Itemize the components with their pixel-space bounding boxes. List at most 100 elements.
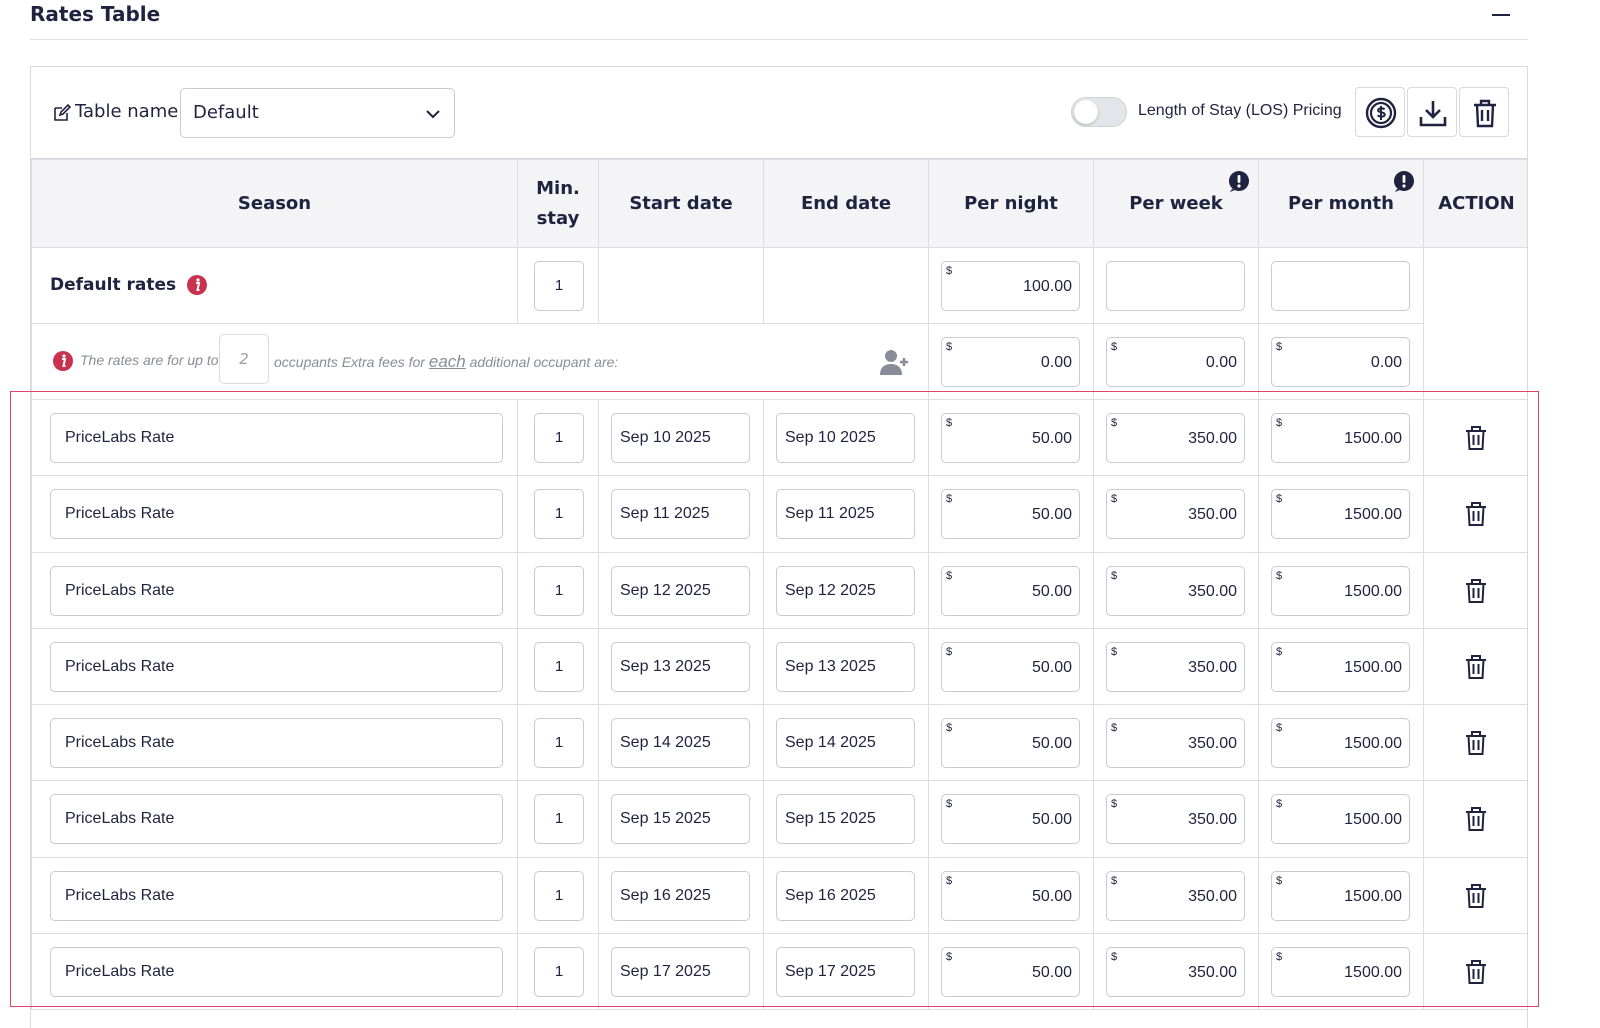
- trash-icon[interactable]: [1464, 425, 1488, 451]
- start-date-input[interactable]: Sep 16 2025: [611, 870, 750, 921]
- start-date-input[interactable]: Sep 15 2025: [611, 794, 750, 845]
- start-date-input[interactable]: Sep 14 2025: [611, 718, 750, 769]
- info-icon[interactable]: [186, 274, 208, 296]
- per-month-input[interactable]: $1500.00: [1271, 641, 1410, 692]
- extra-per-month-input[interactable]: $0.00: [1271, 337, 1410, 387]
- per-night-input[interactable]: $50.00: [941, 413, 1080, 463]
- per-week-cell: $350.00: [1093, 627, 1259, 706]
- min-stay-input[interactable]: 1: [534, 718, 584, 769]
- los-pricing-toggle[interactable]: [1071, 97, 1127, 127]
- season-name-input[interactable]: PriceLabs Rate: [50, 794, 503, 845]
- delete-table-button[interactable]: [1459, 87, 1509, 137]
- extra-per-week-input[interactable]: $0.00: [1106, 337, 1245, 387]
- collapse-button[interactable]: [1492, 14, 1510, 16]
- per-night-input[interactable]: $50.00: [941, 870, 1080, 921]
- occupants-count-input[interactable]: 2: [219, 334, 269, 384]
- per-month-cell: $1500.00: [1258, 933, 1424, 1011]
- start-date-input[interactable]: Sep 17 2025: [611, 947, 750, 998]
- per-month-input[interactable]: $1500.00: [1271, 413, 1410, 463]
- start-date-input[interactable]: Sep 10 2025: [611, 413, 750, 463]
- table-name-select[interactable]: Default: [180, 88, 455, 138]
- extra-per-night-input[interactable]: $0.00: [941, 337, 1080, 387]
- season-name-input[interactable]: PriceLabs Rate: [50, 413, 503, 463]
- column-header-end-date: End date: [763, 159, 929, 248]
- end-date-input[interactable]: Sep 15 2025: [776, 794, 915, 845]
- start-date-input[interactable]: Sep 13 2025: [611, 641, 750, 692]
- per-month-input[interactable]: $1500.00: [1271, 947, 1410, 998]
- season-cell: PriceLabs Rate: [31, 933, 518, 1011]
- add-user-icon[interactable]: [880, 348, 910, 376]
- per-night-input[interactable]: $50.00: [941, 794, 1080, 845]
- default-rates-cell: Default rates: [31, 247, 518, 324]
- end-date-input[interactable]: Sep 16 2025: [776, 870, 915, 921]
- start-date-input[interactable]: Sep 12 2025: [611, 565, 750, 616]
- per-week-input[interactable]: [1106, 261, 1245, 311]
- min-stay-input[interactable]: 1: [534, 489, 584, 540]
- toggle-knob: [1074, 100, 1098, 124]
- per-week-input[interactable]: $350.00: [1106, 413, 1245, 463]
- default-action-cell: [1423, 247, 1527, 324]
- end-date-input[interactable]: Sep 12 2025: [776, 565, 915, 616]
- trash-icon[interactable]: [1464, 883, 1488, 909]
- per-night-input[interactable]: $100.00: [941, 261, 1080, 311]
- season-cell: PriceLabs Rate: [31, 475, 518, 553]
- per-month-input[interactable]: $1500.00: [1271, 870, 1410, 921]
- trash-icon[interactable]: [1464, 730, 1488, 756]
- download-button[interactable]: [1407, 87, 1457, 137]
- per-night-input[interactable]: $50.00: [941, 489, 1080, 540]
- season-name-input[interactable]: PriceLabs Rate: [50, 947, 503, 998]
- per-month-input[interactable]: [1271, 261, 1410, 311]
- min-stay-input[interactable]: 1: [534, 794, 584, 845]
- per-night-input[interactable]: $50.00: [941, 718, 1080, 769]
- min-stay-input[interactable]: 1: [534, 413, 584, 463]
- per-week-input[interactable]: $350.00: [1106, 947, 1245, 998]
- per-week-input[interactable]: $350.00: [1106, 641, 1245, 692]
- end-date-input[interactable]: Sep 17 2025: [776, 947, 915, 998]
- trash-icon[interactable]: [1464, 654, 1488, 680]
- season-name-input[interactable]: PriceLabs Rate: [50, 718, 503, 769]
- per-week-input[interactable]: $350.00: [1106, 870, 1245, 921]
- season-row: PriceLabs Rate 1 Sep 16 2025 Sep 16 2025…: [31, 856, 1527, 935]
- warning-icon[interactable]: [1228, 170, 1250, 192]
- min-stay-input[interactable]: 1: [534, 261, 584, 311]
- column-header-per-week: Per week: [1093, 159, 1259, 248]
- trash-icon[interactable]: [1464, 806, 1488, 832]
- per-night-input[interactable]: $50.00: [941, 947, 1080, 998]
- min-stay-input[interactable]: 1: [534, 565, 584, 616]
- min-stay-input[interactable]: 1: [534, 641, 584, 692]
- per-month-input[interactable]: $1500.00: [1271, 489, 1410, 540]
- table-toolbar: Table name: Default Length of Stay (LOS)…: [31, 67, 1527, 159]
- per-month-input[interactable]: $1500.00: [1271, 565, 1410, 616]
- default-rates-label: Default rates: [50, 275, 177, 295]
- column-header-per-night: Per night: [928, 159, 1094, 248]
- season-name-input[interactable]: PriceLabs Rate: [50, 565, 503, 616]
- per-night-input[interactable]: $50.00: [941, 641, 1080, 692]
- per-week-input[interactable]: $350.00: [1106, 718, 1245, 769]
- per-night-input[interactable]: $50.00: [941, 565, 1080, 616]
- min-stay-cell: 1: [517, 475, 599, 553]
- per-month-cell: $1500.00: [1258, 627, 1424, 706]
- per-week-input[interactable]: $350.00: [1106, 489, 1245, 540]
- trash-icon[interactable]: [1464, 501, 1488, 527]
- end-date-input[interactable]: Sep 13 2025: [776, 641, 915, 692]
- per-week-input[interactable]: $350.00: [1106, 794, 1245, 845]
- warning-icon[interactable]: [1393, 170, 1415, 192]
- trash-icon: [1474, 99, 1496, 128]
- info-icon[interactable]: [52, 350, 74, 372]
- season-name-input[interactable]: PriceLabs Rate: [50, 870, 503, 921]
- per-month-input[interactable]: $1500.00: [1271, 718, 1410, 769]
- currency-button[interactable]: [1355, 87, 1405, 137]
- trash-icon[interactable]: [1464, 959, 1488, 985]
- season-name-input[interactable]: PriceLabs Rate: [50, 489, 503, 540]
- end-date-input[interactable]: Sep 11 2025: [776, 489, 915, 540]
- per-month-input[interactable]: $1500.00: [1271, 794, 1410, 845]
- start-date-input[interactable]: Sep 11 2025: [611, 489, 750, 540]
- per-week-input[interactable]: $350.00: [1106, 565, 1245, 616]
- season-name-input[interactable]: PriceLabs Rate: [50, 641, 503, 692]
- min-stay-input[interactable]: 1: [534, 947, 584, 998]
- min-stay-input[interactable]: 1: [534, 870, 584, 921]
- trash-icon[interactable]: [1464, 578, 1488, 604]
- per-month-cell: $1500.00: [1258, 704, 1424, 782]
- end-date-input[interactable]: Sep 10 2025: [776, 413, 915, 463]
- end-date-input[interactable]: Sep 14 2025: [776, 718, 915, 769]
